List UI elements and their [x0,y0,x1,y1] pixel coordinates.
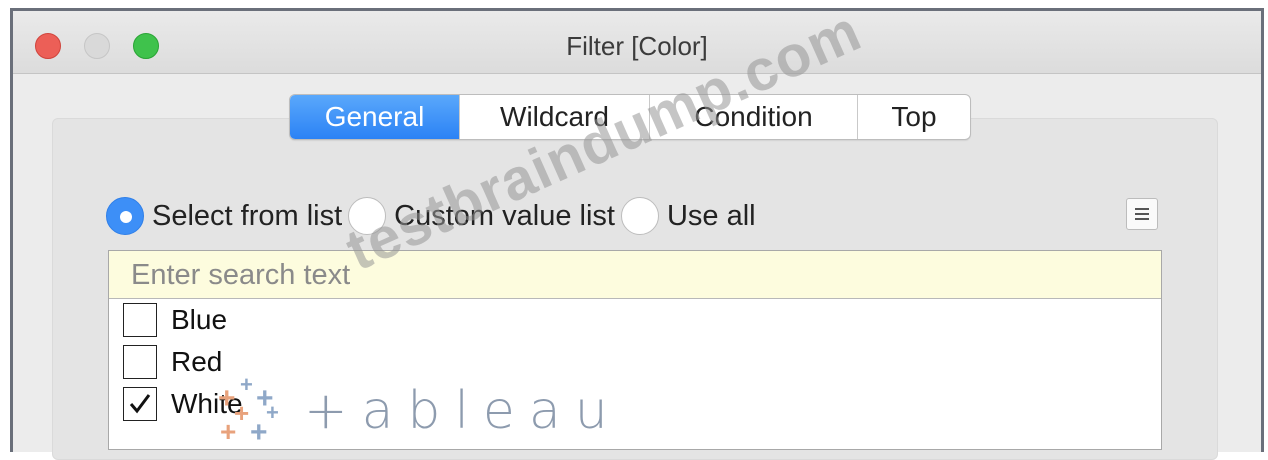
item-label: Blue [171,304,228,335]
checkbox-blue[interactable] [123,303,157,337]
checkbox-red[interactable] [123,345,157,379]
window-title: Filter [Color] [566,31,708,61]
radio-label-use-all[interactable]: Use all [667,200,756,233]
radio-use-all[interactable] [620,197,659,235]
list-options-menu-icon[interactable] [1126,198,1158,230]
tab-top[interactable]: Top [858,95,970,139]
checkbox-white[interactable] [123,387,157,421]
title-bar[interactable]: Filter [Color] [13,11,1261,74]
item-label: Red [171,346,223,377]
radio-label-select-from-list[interactable]: Select from list [152,200,342,233]
radio-select-from-list[interactable] [106,197,144,235]
tableau-cross-icon: + + + + + + + [218,372,279,449]
tableau-logo: + + + + + + + +ableau [212,372,622,449]
tableau-wordmark: +ableau [304,381,622,441]
list-item[interactable]: Blue [109,299,1161,341]
checkmark-icon [129,394,151,414]
tab-general[interactable]: General [290,95,460,139]
search-input[interactable]: Enter search text [109,251,1161,299]
